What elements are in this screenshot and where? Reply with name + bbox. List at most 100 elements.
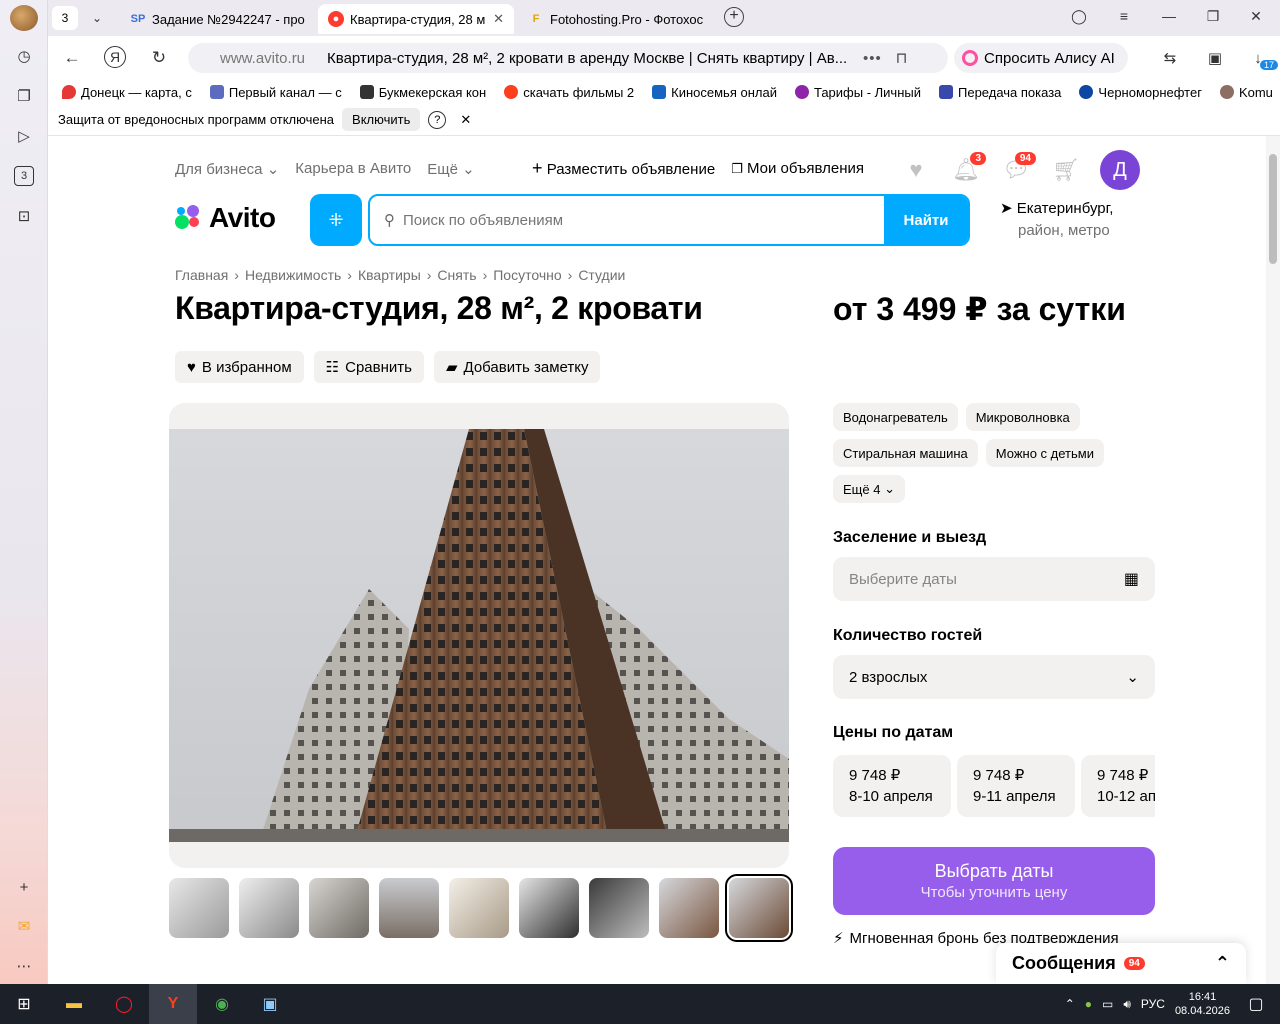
bell-icon[interactable]: 🔔︎ 3: [950, 152, 986, 186]
location-selector[interactable]: ➤ Екатеринбург, район, метро: [1000, 198, 1113, 242]
bookmark-item[interactable]: Черноморнефтег: [1079, 85, 1202, 100]
back-icon[interactable]: ←: [60, 46, 84, 70]
crumb-home[interactable]: Главная: [175, 267, 228, 283]
play-icon[interactable]: ▷: [13, 125, 35, 147]
avito-logo[interactable]: Avito: [175, 202, 276, 234]
crumb-rent[interactable]: Снять: [437, 267, 476, 283]
choose-dates-button[interactable]: Выбрать даты Чтобы уточнить цену: [833, 847, 1155, 915]
favorite-button[interactable]: ♥ В избранном: [175, 351, 304, 383]
close-icon[interactable]: ✕: [460, 112, 471, 128]
bookmark-item[interactable]: Киносемья онлай: [652, 85, 777, 100]
reload-icon[interactable]: ↻: [147, 46, 171, 70]
scrollbar-thumb[interactable]: [1269, 154, 1277, 264]
date-picker-field[interactable]: Выберите даты ▦: [833, 557, 1155, 601]
bookmark-item[interactable]: Первый канал — с: [209, 85, 342, 100]
thumbnail[interactable]: [589, 878, 649, 938]
compare-button[interactable]: ☷ Сравнить: [313, 351, 424, 383]
my-ads-button[interactable]: ❐ Мои объявления: [731, 160, 864, 177]
notifications-icon[interactable]: ▢: [1242, 990, 1270, 1018]
translate-icon[interactable]: ⇆: [1158, 46, 1182, 70]
clock[interactable]: 16:41 08.04.2026: [1175, 990, 1230, 1018]
nav-career[interactable]: Карьера в Авито: [295, 160, 411, 178]
price-card[interactable]: 9 748 ₽8-10 апреля: [833, 755, 951, 817]
url-field[interactable]: www.avito.ru Квартира-студия, 28 м², 2 к…: [188, 43, 948, 73]
tab-fotohosting[interactable]: F Fotohosting.Pro - Фотохос: [518, 4, 714, 34]
restore-icon[interactable]: ❐: [1203, 8, 1223, 25]
tab-avito[interactable]: ● Квартира-студия, 28 м ✕: [318, 4, 514, 34]
bookmark-item[interactable]: Komu: [1219, 85, 1273, 100]
thumbnail[interactable]: [309, 878, 369, 938]
thumbnail[interactable]: [659, 878, 719, 938]
bookmark-item[interactable]: Тарифы - Личный: [794, 85, 921, 100]
yandex-icon[interactable]: Я: [104, 46, 126, 68]
close-window-icon[interactable]: ✕: [1246, 8, 1266, 25]
photo-gallery[interactable]: [169, 403, 789, 868]
nav-business[interactable]: Для бизнеса ⌄: [175, 160, 279, 178]
tray-app-icon[interactable]: ●: [1085, 997, 1092, 1011]
price-card[interactable]: 9 748 ₽10-12 апреля: [1081, 755, 1155, 817]
bookmark-item[interactable]: Букмекерская кон: [359, 85, 486, 100]
thumbnail-selected[interactable]: [725, 874, 793, 942]
enable-protection-button[interactable]: Включить: [342, 108, 421, 131]
add-icon[interactable]: +: [13, 876, 35, 898]
thumbnail[interactable]: [379, 878, 439, 938]
add-note-button[interactable]: ▰ Добавить заметку: [433, 351, 601, 383]
tabs-count-icon[interactable]: 3: [14, 166, 34, 186]
crumb-flats[interactable]: Квартиры: [358, 267, 421, 283]
volume-icon[interactable]: 🔊︎: [1123, 997, 1131, 1012]
tab-task[interactable]: SP Задание №2942247 - про: [120, 4, 316, 34]
price-card[interactable]: 9 748 ₽9-11 апреля: [957, 755, 1075, 817]
mail-icon[interactable]: ✉: [13, 915, 35, 937]
crumb-realty[interactable]: Недвижимость: [245, 267, 341, 283]
more-icon[interactable]: •••: [863, 50, 882, 67]
history-icon[interactable]: ◷: [13, 45, 35, 67]
thumbnail[interactable]: [169, 878, 229, 938]
guests-select[interactable]: 2 взрослых ⌄: [833, 655, 1155, 699]
messages-panel[interactable]: Сообщения 94 ⌃: [996, 943, 1246, 984]
crumb-daily[interactable]: Посуточно: [493, 267, 561, 283]
thumbnail[interactable]: [239, 878, 299, 938]
cart-icon[interactable]: 🛒︎: [1050, 154, 1082, 186]
file-explorer-icon[interactable]: ▬: [60, 990, 88, 1018]
search-button[interactable]: Найти: [884, 196, 968, 244]
protect-icon[interactable]: ▣: [1203, 46, 1227, 70]
bookmark-item[interactable]: Донецк — карта, с: [62, 85, 192, 100]
collections-icon[interactable]: ❐: [13, 85, 35, 107]
screenshot-icon[interactable]: ⊡: [13, 205, 35, 227]
menu-icon[interactable]: ≡: [1114, 8, 1134, 24]
opera-icon[interactable]: ◯: [110, 990, 138, 1018]
heart-icon[interactable]: ♥: [900, 154, 932, 186]
more-icon[interactable]: ⋯: [13, 955, 35, 977]
amenities-more-button[interactable]: Ещё 4 ⌄: [833, 475, 905, 503]
profile-avatar[interactable]: [10, 5, 38, 31]
post-ad-button[interactable]: + Разместить объявление: [532, 158, 715, 179]
msg-badge: 94: [1014, 152, 1036, 165]
account-icon[interactable]: ◯: [1069, 8, 1089, 25]
user-avatar[interactable]: Д: [1100, 150, 1140, 190]
chevron-down-icon[interactable]: ⌄: [84, 6, 110, 30]
thumbnail[interactable]: [449, 878, 509, 938]
windows-start-icon[interactable]: ⊞: [10, 990, 38, 1018]
bookmark-icon[interactable]: ⊓: [896, 49, 908, 67]
thumbnail[interactable]: [519, 878, 579, 938]
crumb-studios[interactable]: Студии: [578, 267, 625, 283]
main-photo[interactable]: [169, 429, 789, 842]
tab-count-button[interactable]: 3: [52, 6, 78, 30]
minimize-icon[interactable]: —: [1159, 8, 1179, 24]
chevron-up-icon[interactable]: ⌃: [1065, 997, 1075, 1011]
chrome-icon[interactable]: ◉: [208, 990, 236, 1018]
network-icon[interactable]: ▭: [1102, 997, 1113, 1011]
close-icon[interactable]: ✕: [493, 11, 504, 27]
yandex-browser-icon[interactable]: Y: [149, 984, 197, 1024]
categories-button[interactable]: ⁜: [310, 194, 362, 246]
alice-button[interactable]: Спросить Алису AI: [954, 43, 1128, 73]
app-icon[interactable]: ▣: [256, 990, 284, 1018]
language-indicator[interactable]: РУС: [1141, 997, 1165, 1011]
chat-icon[interactable]: 💬︎ 94: [1000, 152, 1036, 186]
help-icon[interactable]: ?: [428, 110, 447, 129]
bookmark-item[interactable]: Передача показа: [939, 85, 1061, 100]
search-input[interactable]: [395, 196, 884, 244]
new-tab-icon[interactable]: +: [724, 7, 744, 27]
bookmark-item[interactable]: скачать фильмы 2: [504, 85, 634, 100]
nav-more[interactable]: Ещё ⌄: [427, 160, 474, 178]
